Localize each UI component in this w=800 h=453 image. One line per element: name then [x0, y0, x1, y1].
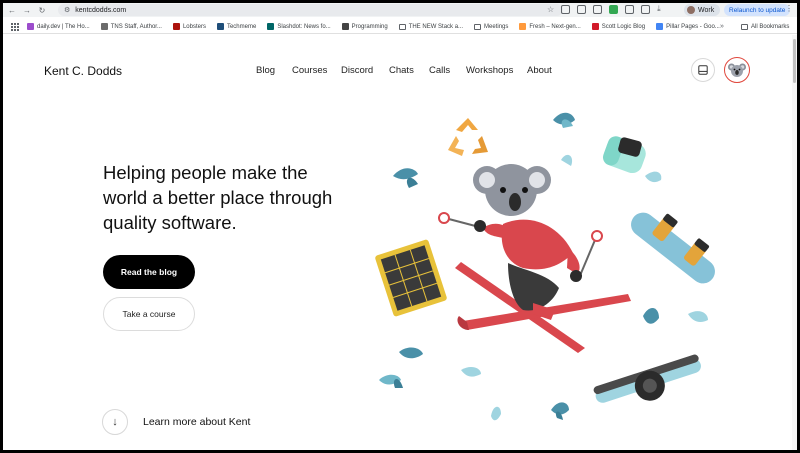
leaf-12-icon: [461, 367, 481, 377]
bookmark-item[interactable]: Pillar Pages - Goo...: [656, 23, 720, 30]
profile-avatar-icon: [687, 6, 695, 14]
nav-item-blog[interactable]: Blog: [256, 65, 275, 76]
battery-icon: [602, 136, 646, 174]
browser-window: ← → ↻ ⚙ kentcdodds.com ☆ ⤓ Work Relaunch…: [3, 3, 797, 450]
bookmarks-bar: daily.dev | The Ho... TNS Staff, Author..…: [3, 20, 797, 34]
leaf-13-icon: [491, 406, 501, 421]
take-course-button[interactable]: Take a course: [103, 297, 195, 331]
extension-4-icon[interactable]: [609, 4, 619, 14]
nav-item-discord[interactable]: Discord: [341, 65, 373, 76]
nav-item-workshops[interactable]: Workshops: [466, 65, 513, 76]
bookmarks-overflow-icon[interactable]: »: [720, 23, 724, 30]
split-view-icon[interactable]: [641, 4, 651, 14]
learn-more-link[interactable]: Learn more about Kent: [143, 416, 250, 428]
bookmark-item[interactable]: TNS Staff, Author...: [100, 23, 162, 30]
leaf-6-icon: [645, 171, 662, 183]
koala-avatar-icon: [728, 63, 746, 77]
solar-panel-icon: [375, 239, 447, 317]
forward-icon[interactable]: →: [21, 4, 33, 16]
favicon-icon: [591, 23, 599, 30]
bookmark-item[interactable]: Scott Logic Blog: [591, 23, 646, 30]
ski-pole-right-icon: [578, 239, 596, 279]
koala-skier-icon: [473, 164, 582, 320]
leaf-9-icon: [399, 347, 423, 359]
folder-icon: [741, 23, 748, 30]
all-bookmarks-folder[interactable]: All Bookmarks: [741, 23, 790, 30]
bookmark-item[interactable]: Meetings: [474, 23, 509, 30]
url-text: kentcdodds.com: [75, 6, 127, 14]
onewheel-icon: [593, 354, 701, 403]
back-icon[interactable]: ←: [6, 4, 18, 16]
bookmark-star-icon[interactable]: ☆: [547, 5, 554, 14]
relaunch-button[interactable]: Relaunch to update: [724, 4, 791, 16]
read-blog-button[interactable]: Read the blog: [103, 255, 195, 289]
nav-item-about[interactable]: About: [527, 65, 552, 76]
download-icon[interactable]: ⤓: [657, 4, 661, 14]
favicon-icon: [341, 23, 349, 30]
bookmark-label: Programming: [351, 23, 388, 30]
bookmark-label: Scott Logic Blog: [601, 23, 646, 30]
leaf-11-icon: [393, 378, 403, 388]
leaf-7-icon: [688, 311, 708, 322]
nav-item-calls[interactable]: Calls: [429, 65, 450, 76]
extension-3-icon[interactable]: [593, 4, 603, 14]
favicon-icon: [100, 23, 108, 30]
bookmark-label: Techmeme: [226, 23, 257, 30]
leaf-8-icon: [643, 307, 659, 324]
leaf-14-icon: [551, 402, 569, 415]
extensions-bar: ☆ ⤓: [547, 4, 661, 14]
browser-toolbar: ← → ↻ ⚙ kentcdodds.com ☆ ⤓ Work Relaunch…: [3, 3, 797, 17]
leaf-5-icon: [561, 154, 573, 166]
extension-1-icon[interactable]: [561, 4, 571, 14]
favicon-icon: [267, 23, 275, 30]
snowboard-icon: [631, 212, 715, 284]
arrow-down-icon[interactable]: ↓: [102, 409, 128, 435]
bookmark-item[interactable]: Programming: [341, 23, 388, 30]
bookmark-label: Pillar Pages - Goo...: [666, 23, 720, 30]
browser-menu-icon[interactable]: ⋮: [785, 4, 793, 13]
page-scrollbar[interactable]: [792, 35, 797, 450]
profile-label: Work: [698, 6, 715, 14]
favicon-icon: [27, 23, 34, 30]
bookmark-item[interactable]: daily.dev | The Ho...: [27, 23, 90, 30]
sidebar-layout-icon: [698, 65, 708, 75]
bookmark-item[interactable]: Techmeme: [216, 23, 257, 30]
site-logo-text[interactable]: Kent C. Dodds: [44, 64, 122, 78]
bookmark-label: Lobsters: [182, 23, 206, 30]
nav-item-courses[interactable]: Courses: [292, 65, 327, 76]
user-avatar-button[interactable]: [724, 57, 750, 83]
recycle-icon: [448, 118, 488, 156]
scrollbar-thumb[interactable]: [793, 39, 796, 83]
bookmark-label: Fresh – Next-gen...: [529, 23, 581, 30]
bookmark-label: Slashdot: News fo...: [277, 23, 331, 30]
favicon-icon: [656, 23, 664, 30]
bookmark-label: daily.dev | The Ho...: [37, 23, 90, 30]
leaf-3-icon: [393, 168, 418, 180]
bookmark-item[interactable]: Slashdot: News fo...: [267, 23, 331, 30]
reload-icon[interactable]: ↻: [36, 4, 48, 16]
bookmark-item[interactable]: Lobsters: [172, 23, 206, 30]
profile-chip[interactable]: Work: [684, 4, 721, 16]
leaf-4-icon: [406, 177, 418, 188]
bookmark-label: THE NEW Stack a...: [408, 23, 464, 30]
theme-toggle-button[interactable]: [691, 58, 715, 82]
apps-grid-icon[interactable]: [11, 22, 19, 31]
favicon-icon: [172, 23, 180, 30]
bookmark-item[interactable]: THE NEW Stack a...: [398, 23, 464, 30]
bookmark-label: Meetings: [484, 23, 509, 30]
koala-skiing-illustration: [375, 112, 715, 421]
bookmark-label: TNS Staff, Author...: [110, 23, 162, 30]
address-bar[interactable]: ⚙ kentcdodds.com: [58, 4, 563, 16]
folder-icon: [474, 23, 482, 30]
favicon-icon: [519, 23, 527, 30]
extensions-puzzle-icon[interactable]: [625, 4, 635, 14]
bookmark-item[interactable]: Fresh – Next-gen...: [519, 23, 581, 30]
all-bookmarks-label: All Bookmarks: [751, 23, 790, 30]
nav-item-chats[interactable]: Chats: [389, 65, 414, 76]
hero-headline: Helping people make the world a better p…: [103, 162, 333, 233]
folder-icon: [398, 23, 406, 30]
extension-2-icon[interactable]: [577, 4, 587, 14]
site-info-icon[interactable]: ⚙: [64, 6, 70, 14]
favicon-icon: [216, 23, 224, 30]
